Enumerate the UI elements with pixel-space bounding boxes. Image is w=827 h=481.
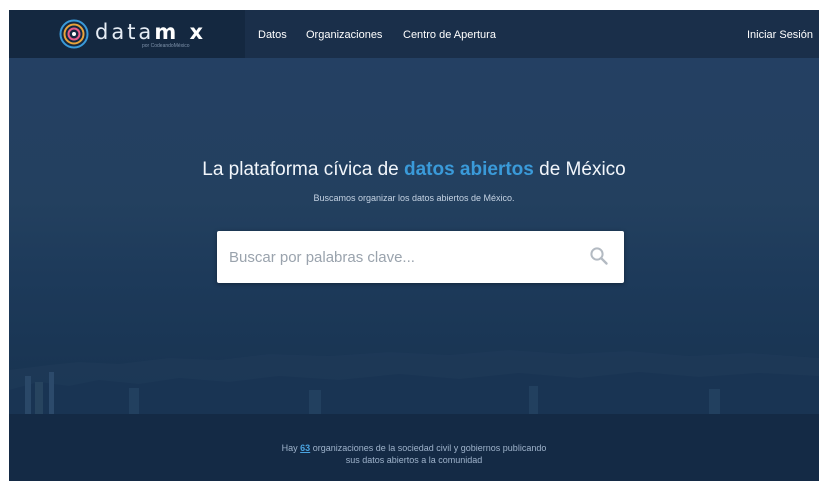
stats-prefix: Hay <box>281 443 301 453</box>
organizations-count-link[interactable]: 63 <box>300 443 310 453</box>
search-box <box>217 231 624 283</box>
logo-wordmark: datam x <box>95 20 206 44</box>
search-icon[interactable] <box>589 246 609 266</box>
concentric-circles-icon <box>59 19 89 49</box>
logo-text-bold: m x <box>154 20 207 44</box>
brand-logo[interactable]: datam x por CodeandoMéxico <box>9 10 245 58</box>
hero-title-before: La plataforma cívica de <box>202 159 404 180</box>
logo-text-light: data <box>95 20 155 44</box>
city-skyline-background <box>9 350 819 414</box>
hero-title-highlight: datos abiertos <box>403 159 534 180</box>
top-navbar: datam x por CodeandoMéxico Datos Organiz… <box>9 10 819 58</box>
stats-line-1: Hay 63 organizaciones de la sociedad civ… <box>9 443 819 453</box>
hero-title-after: de México <box>533 159 626 180</box>
nav-item-centro-de-apertura[interactable]: Centro de Apertura <box>403 10 496 58</box>
page-frame: datam x por CodeandoMéxico Datos Organiz… <box>9 10 819 481</box>
hero-section: La plataforma cívica de datos abiertos d… <box>9 58 819 414</box>
stats-suffix: organizaciones de la sociedad civil y go… <box>310 443 547 453</box>
stats-section: Hay 63 organizaciones de la sociedad civ… <box>9 414 819 481</box>
login-link[interactable]: Iniciar Sesión <box>747 10 813 58</box>
hero-title: La plataforma cívica de datos abiertos d… <box>9 159 819 181</box>
logo-subtitle: por CodeandoMéxico <box>142 43 190 49</box>
stats-line-2: sus datos abiertos a la comunidad <box>345 455 483 465</box>
search-input[interactable] <box>229 241 569 273</box>
hero-subtitle: Buscamos organizar los datos abiertos de… <box>313 193 515 203</box>
nav-item-organizaciones[interactable]: Organizaciones <box>306 10 382 58</box>
nav-item-datos[interactable]: Datos <box>258 10 287 58</box>
